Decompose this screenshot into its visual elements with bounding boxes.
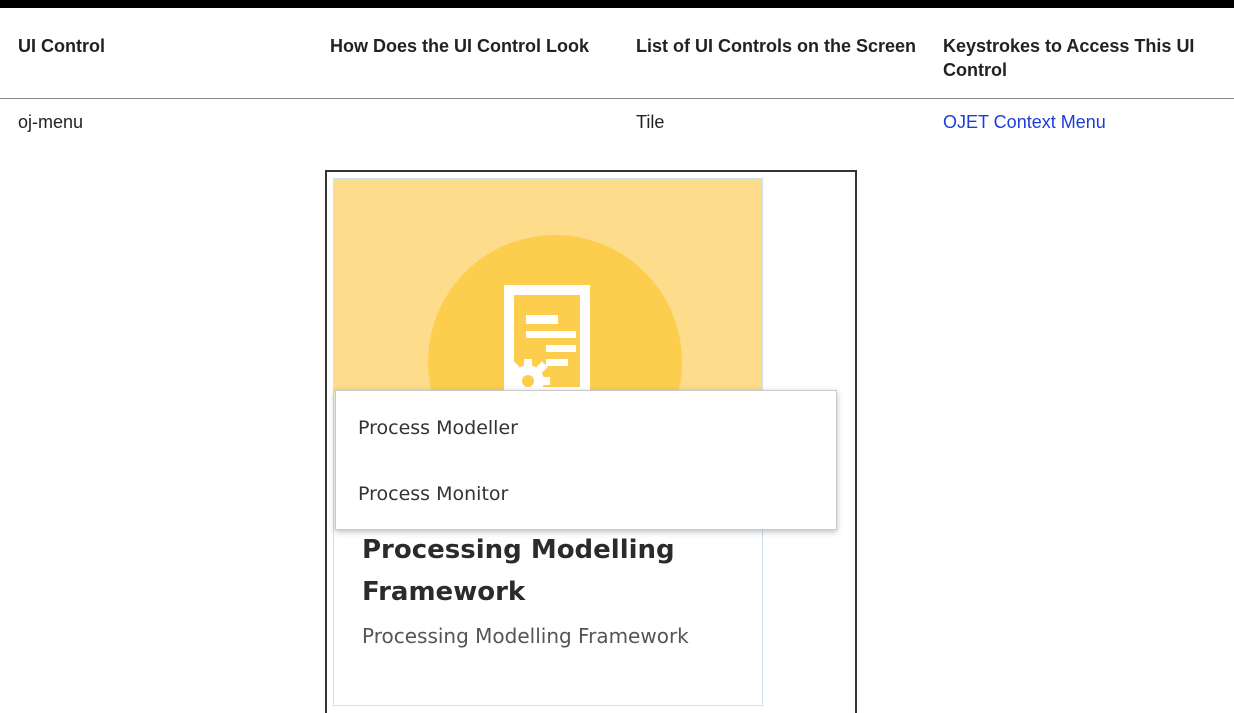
- cell-control-name: oj-menu: [18, 112, 84, 132]
- ojet-context-menu-link[interactable]: OJET Context Menu: [943, 110, 1106, 134]
- tile-title: Processing Modelling Framework: [362, 535, 675, 607]
- header-keystrokes: Keystrokes to Access This UI Control: [943, 36, 1195, 80]
- tile-description: Processing Modelling Framework: [362, 624, 689, 648]
- header-how-it-looks: How Does the UI Control Look: [330, 36, 589, 56]
- header-ui-control: UI Control: [18, 36, 105, 56]
- header-list-of-controls: List of UI Controls on the Screen: [636, 36, 917, 56]
- top-rule: [0, 0, 1234, 8]
- menu-item-process-modeller[interactable]: Process Modeller: [336, 395, 836, 461]
- context-menu: Process Modeller Process Monitor: [335, 390, 837, 530]
- document-gear-icon: [504, 285, 590, 393]
- tile-banner: [334, 179, 762, 393]
- menu-item-process-monitor[interactable]: Process Monitor: [336, 461, 836, 527]
- header-divider: [0, 98, 1234, 99]
- cell-screen-control: Tile: [636, 112, 665, 132]
- ui-control-screenshot: Processing Modelling Framework Processin…: [325, 170, 857, 713]
